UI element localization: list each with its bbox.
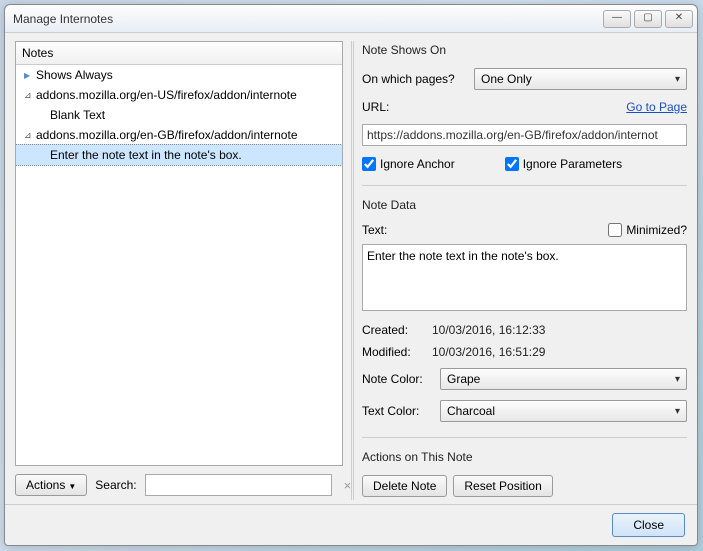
- go-to-page-link[interactable]: Go to Page: [626, 100, 687, 114]
- pages-label: On which pages?: [362, 72, 468, 86]
- splitter[interactable]: [351, 41, 354, 500]
- created-label: Created:: [362, 323, 432, 337]
- tree-row[interactable]: Blank Text: [16, 105, 342, 125]
- modified-label: Modified:: [362, 345, 432, 359]
- minimized-checkbox[interactable]: Minimized?: [608, 223, 687, 237]
- left-bottom-bar: Actions▼ Search: ×: [15, 474, 343, 500]
- search-input[interactable]: [145, 474, 332, 496]
- divider: [362, 437, 687, 438]
- chevron-down-icon: ▼: [68, 482, 76, 491]
- titlebar[interactable]: Manage Internotes — ▢ ✕: [5, 5, 697, 33]
- tree-label: Shows Always: [36, 68, 113, 82]
- close-window-button[interactable]: ✕: [665, 10, 693, 28]
- ignore-anchor-checkbox[interactable]: Ignore Anchor: [362, 157, 455, 171]
- text-label: Text:: [362, 223, 387, 237]
- bottom-bar: Close: [5, 504, 697, 545]
- content-area: Notes Shows Always addons.mozilla.org/en…: [5, 33, 697, 504]
- expand-icon[interactable]: [24, 70, 34, 80]
- url-input[interactable]: [362, 124, 687, 146]
- search-label: Search:: [95, 478, 136, 492]
- tree-row[interactable]: addons.mozilla.org/en-US/firefox/addon/i…: [16, 85, 342, 105]
- expand-icon[interactable]: [24, 130, 34, 141]
- tree-label: Enter the note text in the note's box.: [50, 148, 242, 162]
- tree-row[interactable]: addons.mozilla.org/en-GB/firefox/addon/i…: [16, 125, 342, 145]
- tree-label: addons.mozilla.org/en-US/firefox/addon/i…: [36, 88, 297, 102]
- tree-label: addons.mozilla.org/en-GB/firefox/addon/i…: [36, 128, 298, 142]
- group-actions: Actions on This Note: [362, 450, 687, 464]
- close-button[interactable]: Close: [612, 513, 685, 537]
- expand-icon[interactable]: [24, 90, 34, 101]
- actions-button[interactable]: Actions▼: [15, 474, 87, 496]
- delete-note-button[interactable]: Delete Note: [362, 475, 447, 497]
- group-note-shows-on: Note Shows On: [362, 43, 687, 57]
- note-text-area[interactable]: [362, 244, 687, 312]
- created-value: 10/03/2016, 16:12:33: [432, 323, 545, 337]
- ignore-parameters-checkbox[interactable]: Ignore Parameters: [505, 157, 622, 171]
- text-color-label: Text Color:: [362, 404, 434, 418]
- note-color-label: Note Color:: [362, 372, 434, 386]
- reset-position-button[interactable]: Reset Position: [453, 475, 552, 497]
- modified-value: 10/03/2016, 16:51:29: [432, 345, 545, 359]
- notes-header: Notes: [16, 42, 342, 65]
- window-title: Manage Internotes: [13, 12, 600, 26]
- tree-row[interactable]: Shows Always: [16, 65, 342, 85]
- text-color-select[interactable]: Charcoal: [440, 400, 687, 422]
- left-pane: Notes Shows Always addons.mozilla.org/en…: [15, 41, 343, 500]
- right-pane: Note Shows On On which pages? One Only U…: [362, 41, 687, 500]
- note-color-select[interactable]: Grape: [440, 368, 687, 390]
- group-note-data: Note Data: [362, 198, 687, 212]
- pages-select[interactable]: One Only: [474, 68, 687, 90]
- minimize-button[interactable]: —: [603, 10, 631, 28]
- tree-label: Blank Text: [50, 108, 105, 122]
- manage-internotes-window: Manage Internotes — ▢ ✕ Notes Shows Alwa…: [4, 4, 698, 546]
- maximize-button[interactable]: ▢: [634, 10, 662, 28]
- tree-row[interactable]: Enter the note text in the note's box.: [15, 144, 343, 166]
- notes-tree[interactable]: Notes Shows Always addons.mozilla.org/en…: [15, 41, 343, 466]
- divider: [362, 185, 687, 186]
- url-label: URL:: [362, 100, 427, 114]
